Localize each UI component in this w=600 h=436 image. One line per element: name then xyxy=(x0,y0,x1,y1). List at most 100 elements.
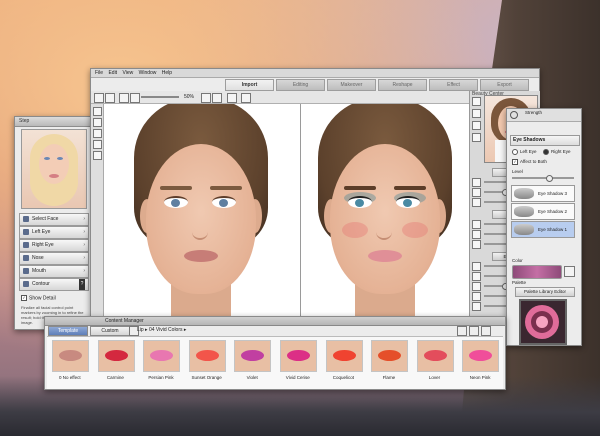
arrow-icon: › xyxy=(83,255,85,261)
step-left-eye[interactable]: Left Eye › xyxy=(19,226,89,239)
lip-preset-thumbnail xyxy=(143,340,181,372)
eraser-tool-icon[interactable] xyxy=(93,140,102,149)
lip-preset-name: Violet xyxy=(246,375,258,380)
palette-library-editor-button[interactable]: Palette Library Editor xyxy=(515,287,575,297)
side-toolbar xyxy=(91,104,104,319)
left-eye-label: Left Eye xyxy=(520,149,537,155)
mascara-icon[interactable] xyxy=(472,133,481,142)
right-eye-radio[interactable]: Right Eye xyxy=(543,149,571,155)
strength-icon xyxy=(510,110,518,119)
step-label: Nose xyxy=(32,255,44,261)
contour-icon xyxy=(23,281,29,287)
tab-reshape[interactable]: Reshape xyxy=(378,79,427,91)
reset-icon[interactable] xyxy=(119,93,129,103)
grid-view-icon[interactable] xyxy=(457,326,467,336)
crop-tool-icon[interactable] xyxy=(93,151,102,160)
before-face-image xyxy=(116,104,286,319)
help-icon: ? xyxy=(79,279,85,290)
hand-tool-icon[interactable] xyxy=(93,107,102,116)
step-label: Contour xyxy=(32,281,50,287)
actual-size-icon[interactable] xyxy=(212,93,222,103)
menu-window[interactable]: Window xyxy=(139,70,157,76)
tab-custom[interactable]: Custom xyxy=(90,326,130,336)
lip-preset-item[interactable]: Vivid Cerise xyxy=(275,337,321,389)
eye-shadow-layer-1[interactable]: Eye Shadow 1 xyxy=(511,221,575,238)
lip-preset-name: Flame xyxy=(382,375,396,380)
blush-icon[interactable] xyxy=(472,109,481,118)
lip-preset-item[interactable]: 0 No effect xyxy=(47,337,93,389)
menu-help[interactable]: Help xyxy=(162,70,172,76)
tab-export[interactable]: Export xyxy=(480,79,529,91)
view-toolbar: 50% xyxy=(91,91,469,104)
makeup-tool-column xyxy=(472,97,481,157)
lip-preset-item[interactable]: Persian Pink xyxy=(138,337,184,389)
content-manager-tabs: Template Custom xyxy=(48,326,132,336)
tab-import[interactable]: Import xyxy=(225,79,274,91)
tab-makeover[interactable]: Makeover xyxy=(327,79,376,91)
step-select-face[interactable]: Select Face › xyxy=(19,213,89,226)
content-manager-title: Content Manager xyxy=(45,317,505,326)
split-view-icon[interactable] xyxy=(241,93,251,103)
step-mouth[interactable]: Mouth › xyxy=(19,265,89,278)
eye-panel-header: Strength xyxy=(507,109,581,122)
workflow-tabs: Import Editing Makeover Reshape Effect E… xyxy=(225,79,531,91)
show-detail-checkbox[interactable]: ✓ Show Detail xyxy=(21,295,56,301)
lip-preset-list: 0 No effect Carmine Persian Pink Sunset … xyxy=(47,336,503,389)
redo-icon[interactable] xyxy=(105,93,115,103)
step-right-eye[interactable]: Right Eye › xyxy=(19,239,89,252)
arrow-icon: › xyxy=(83,242,85,248)
lip-preset-item[interactable]: Coquelicot xyxy=(321,337,367,389)
color-swatch[interactable] xyxy=(512,265,562,279)
menu-file[interactable]: File xyxy=(95,70,103,76)
image-canvas[interactable] xyxy=(104,104,470,319)
tab-template[interactable]: Template xyxy=(48,326,88,336)
zoom-tool-icon[interactable] xyxy=(93,118,102,127)
step-panel: Step Select Face › Left Eye › Right Eye › N… xyxy=(14,116,92,330)
lipstick-icon[interactable] xyxy=(472,97,481,106)
zoom-out-icon[interactable] xyxy=(130,93,140,103)
lip-preset-name: Neon Pink xyxy=(469,375,491,380)
lip-preset-item[interactable]: Lover xyxy=(412,337,458,389)
tab-editing[interactable]: Editing xyxy=(276,79,325,91)
lip-preset-item[interactable]: Carmine xyxy=(93,337,139,389)
lip-preset-item[interactable]: Sunset Orange xyxy=(184,337,230,389)
menu-view[interactable]: View xyxy=(122,70,133,76)
compare-view-icon[interactable] xyxy=(227,93,237,103)
lip-preset-thumbnail xyxy=(52,340,89,372)
lip-preset-item[interactable]: Flame xyxy=(366,337,412,389)
undo-icon[interactable] xyxy=(94,93,104,103)
zoom-slider[interactable] xyxy=(141,96,179,98)
affect-both-checkbox[interactable]: ✓ Affect to Both xyxy=(512,159,547,165)
eye-shadow-layer-2[interactable]: Eye Shadow 2 xyxy=(511,203,575,220)
right-eye-label: Right Eye xyxy=(551,149,571,155)
settings-icon[interactable] xyxy=(481,326,491,336)
lip-preset-item[interactable]: Violet xyxy=(229,337,275,389)
lip-preset-item[interactable]: Neon Pink xyxy=(457,337,503,389)
eye-shadow-layer-3[interactable]: Eye Shadow 3 xyxy=(511,185,575,202)
eyeliner-icon[interactable] xyxy=(472,121,481,130)
step-contour[interactable]: Contour? xyxy=(19,278,89,291)
content-path-breadcrumb[interactable]: Lip ▸ 04 Vivid Colors ▸ xyxy=(137,327,186,334)
brush-tool-icon[interactable] xyxy=(93,129,102,138)
eye-shadows-panel: Strength Eye Shadows Left Eye Right Eye … xyxy=(506,108,582,346)
show-detail-label: Show Detail xyxy=(29,295,56,302)
palette-preview[interactable] xyxy=(519,299,567,345)
lip-preset-thumbnail xyxy=(279,340,317,372)
fit-view-icon[interactable] xyxy=(201,93,211,103)
eyedropper-icon[interactable] xyxy=(564,266,575,277)
radio-icon xyxy=(512,149,518,155)
arrow-icon: › xyxy=(83,268,85,274)
save-icon[interactable] xyxy=(469,326,479,336)
eye-icon xyxy=(23,229,29,235)
face-icon xyxy=(23,216,29,222)
tab-effect[interactable]: Effect xyxy=(429,79,478,91)
left-eye-radio[interactable]: Left Eye xyxy=(512,149,537,155)
lip-preset-name: Lover xyxy=(428,375,441,380)
menu-edit[interactable]: Edit xyxy=(108,70,117,76)
lip-preset-name: Coquelicot xyxy=(332,375,354,380)
zoom-level: 50% xyxy=(184,94,195,100)
level-slider[interactable] xyxy=(512,175,574,182)
radio-icon xyxy=(543,149,549,155)
step-nose[interactable]: Nose › xyxy=(19,252,89,265)
content-manager: Content Manager Template Custom Lip ▸ 04… xyxy=(44,316,506,390)
